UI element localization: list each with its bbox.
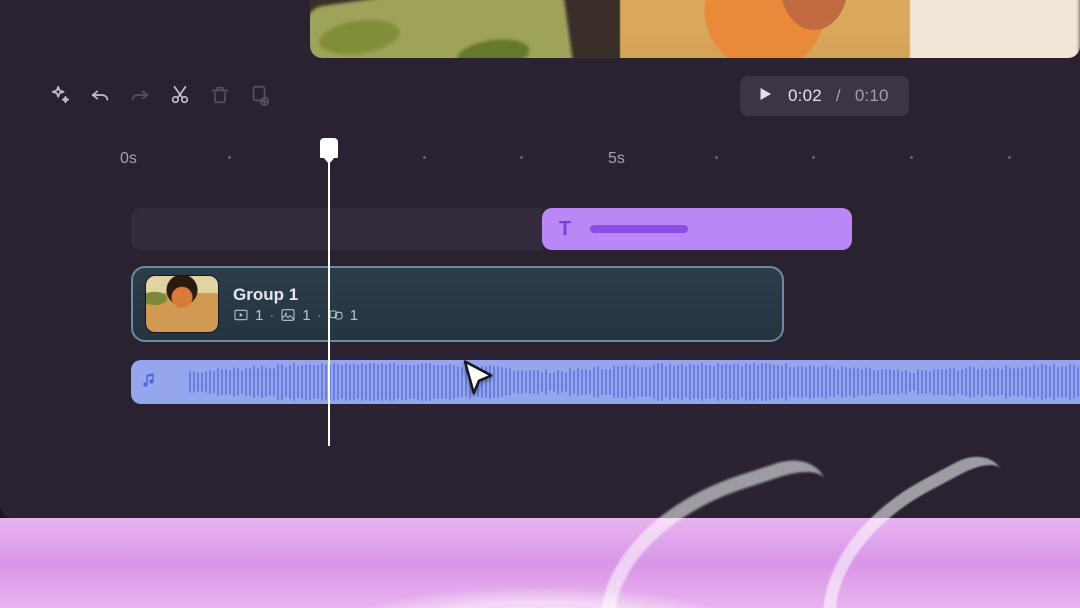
playback-total-time: 0:10 [855,86,889,106]
audio-waveform [189,360,1080,404]
ruler-tick [715,156,718,159]
track-text: T [0,208,1080,252]
text-clip[interactable]: T [542,208,852,250]
video-preview[interactable] [310,0,1080,58]
ruler-tick [520,156,523,159]
undo-icon[interactable] [80,75,120,115]
delete-icon[interactable] [200,75,240,115]
group-meta: Group 1 1 · 1 · 1 [233,285,358,324]
image-count-icon [280,307,296,323]
video-count-icon [233,307,249,323]
timeline-toolbar [0,70,1080,120]
empty-clip-region[interactable] [131,208,542,250]
ruler-tick [910,156,913,159]
clip-thumbnail [145,275,219,333]
play-icon[interactable] [756,85,774,108]
group-title: Group 1 [233,285,358,305]
ruler-label: 0s [120,150,137,168]
ruler-tick [423,156,426,159]
ruler-tick [228,156,231,159]
group-clip[interactable]: Group 1 1 · 1 · 1 [131,266,784,342]
track-group: Group 1 1 · 1 · 1 [0,266,1080,346]
link-count-icon [328,307,344,323]
editor-panel: 0:02 / 0:10 0s 5s [0,0,1080,518]
playhead-handle[interactable] [320,138,338,158]
playback-current-time: 0:02 [788,86,822,106]
ruler-tick [812,156,815,159]
image-count: 1 [302,307,310,324]
app-stage: 0:02 / 0:10 0s 5s [0,0,1080,608]
video-count: 1 [255,307,263,324]
decorative-footer [0,518,1080,608]
duplicate-icon[interactable] [240,75,280,115]
ruler-tick [1008,156,1011,159]
playback-control: 0:02 / 0:10 [740,76,909,116]
link-count: 1 [350,307,358,324]
timeline[interactable]: 0s 5s T [0,138,1080,478]
ruler-label: 5s [608,150,625,168]
timeline-ruler[interactable]: 0s 5s [0,138,1080,178]
text-type-icon: T [554,218,576,240]
music-note-icon [141,371,159,394]
cursor-pointer-icon [458,358,500,405]
playback-separator: / [836,86,841,106]
redo-icon[interactable] [120,75,160,115]
text-clip-bar [590,225,688,233]
ruler-tick [326,156,329,159]
sparkle-icon[interactable] [40,75,80,115]
track-audio [0,360,1080,406]
group-counts: 1 · 1 · 1 [233,307,358,324]
audio-clip[interactable] [131,360,1080,404]
timeline-tracks: T Group 1 1 · [0,208,1080,420]
cut-icon[interactable] [160,75,200,115]
